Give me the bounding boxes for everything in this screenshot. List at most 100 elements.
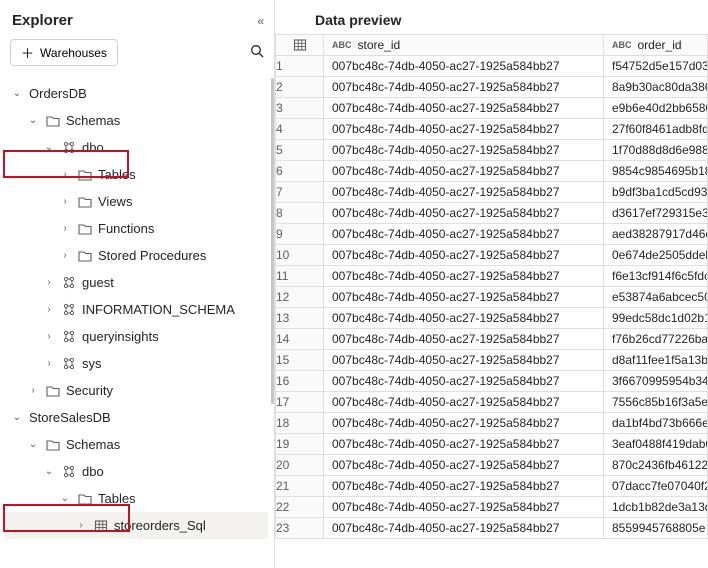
search-icon[interactable]: [250, 44, 264, 61]
cell-store-id[interactable]: 007bc48c-74db-4050-ac27-1925a584bb27: [324, 287, 604, 308]
tree-node-schemas[interactable]: ⌄ Schemas: [4, 107, 268, 134]
tree-node-storeorders-sql[interactable]: › storeorders_Sql: [4, 512, 268, 539]
cell-store-id[interactable]: 007bc48c-74db-4050-ac27-1925a584bb27: [324, 497, 604, 518]
tree-node-sys[interactable]: › sys: [4, 350, 268, 377]
cell-store-id[interactable]: 007bc48c-74db-4050-ac27-1925a584bb27: [324, 182, 604, 203]
explorer-tree[interactable]: ⌄ OrdersDB ⌄ Schemas ⌄ dbo › Tables › Vi…: [0, 76, 274, 568]
tree-node-views[interactable]: › Views: [4, 188, 268, 215]
cell-store-id[interactable]: 007bc48c-74db-4050-ac27-1925a584bb27: [324, 371, 604, 392]
table-row[interactable]: 22007bc48c-74db-4050-ac27-1925a584bb271d…: [276, 497, 708, 518]
cell-store-id[interactable]: 007bc48c-74db-4050-ac27-1925a584bb27: [324, 203, 604, 224]
cell-order-id[interactable]: 99edc58dc1d02b11: [604, 308, 708, 329]
table-row[interactable]: 10007bc48c-74db-4050-ac27-1925a584bb270e…: [276, 245, 708, 266]
cell-store-id[interactable]: 007bc48c-74db-4050-ac27-1925a584bb27: [324, 56, 604, 77]
cell-order-id[interactable]: e9b6e40d2bb65861: [604, 98, 708, 119]
column-header-store-id[interactable]: ABCstore_id: [324, 35, 604, 56]
cell-order-id[interactable]: 27f60f8461adb8fd: [604, 119, 708, 140]
node-label: StoreSalesDB: [29, 410, 111, 425]
cell-order-id[interactable]: aed38287917d46c0: [604, 224, 708, 245]
tree-node-ordersdb[interactable]: ⌄ OrdersDB: [4, 80, 268, 107]
node-label: INFORMATION_SCHEMA: [82, 302, 235, 317]
table-row[interactable]: 2007bc48c-74db-4050-ac27-1925a584bb278a9…: [276, 77, 708, 98]
schema-icon: [61, 276, 77, 290]
table-row[interactable]: 14007bc48c-74db-4050-ac27-1925a584bb27f7…: [276, 329, 708, 350]
cell-store-id[interactable]: 007bc48c-74db-4050-ac27-1925a584bb27: [324, 308, 604, 329]
table-row[interactable]: 13007bc48c-74db-4050-ac27-1925a584bb2799…: [276, 308, 708, 329]
collapse-panel-icon[interactable]: «: [257, 14, 264, 28]
table-row[interactable]: 6007bc48c-74db-4050-ac27-1925a584bb27985…: [276, 161, 708, 182]
table-row[interactable]: 17007bc48c-74db-4050-ac27-1925a584bb2775…: [276, 392, 708, 413]
tree-node-tables[interactable]: › Tables: [4, 161, 268, 188]
column-name: store_id: [358, 38, 401, 52]
cell-store-id[interactable]: 007bc48c-74db-4050-ac27-1925a584bb27: [324, 329, 604, 350]
cell-order-id[interactable]: e53874a6abcec503: [604, 287, 708, 308]
table-row[interactable]: 11007bc48c-74db-4050-ac27-1925a584bb27f6…: [276, 266, 708, 287]
cell-store-id[interactable]: 007bc48c-74db-4050-ac27-1925a584bb27: [324, 350, 604, 371]
scrollbar-indicator[interactable]: [271, 78, 274, 404]
table-row[interactable]: 19007bc48c-74db-4050-ac27-1925a584bb273e…: [276, 434, 708, 455]
cell-order-id[interactable]: b9df3ba1cd5cd93a: [604, 182, 708, 203]
cell-order-id[interactable]: 8559945768805e: [604, 518, 708, 539]
cell-store-id[interactable]: 007bc48c-74db-4050-ac27-1925a584bb27: [324, 224, 604, 245]
cell-store-id[interactable]: 007bc48c-74db-4050-ac27-1925a584bb27: [324, 392, 604, 413]
table-row[interactable]: 9007bc48c-74db-4050-ac27-1925a584bb27aed…: [276, 224, 708, 245]
tree-node-queryinsights[interactable]: › queryinsights: [4, 323, 268, 350]
cell-order-id[interactable]: 870c2436fb461222: [604, 455, 708, 476]
table-row[interactable]: 20007bc48c-74db-4050-ac27-1925a584bb2787…: [276, 455, 708, 476]
cell-store-id[interactable]: 007bc48c-74db-4050-ac27-1925a584bb27: [324, 518, 604, 539]
cell-store-id[interactable]: 007bc48c-74db-4050-ac27-1925a584bb27: [324, 434, 604, 455]
table-row[interactable]: 4007bc48c-74db-4050-ac27-1925a584bb2727f…: [276, 119, 708, 140]
cell-store-id[interactable]: 007bc48c-74db-4050-ac27-1925a584bb27: [324, 161, 604, 182]
cell-order-id[interactable]: 7556c85b16f3a5e8: [604, 392, 708, 413]
table-row[interactable]: 7007bc48c-74db-4050-ac27-1925a584bb27b9d…: [276, 182, 708, 203]
tree-node-guest[interactable]: › guest: [4, 269, 268, 296]
cell-store-id[interactable]: 007bc48c-74db-4050-ac27-1925a584bb27: [324, 77, 604, 98]
cell-order-id[interactable]: 0e674de2505ddeb: [604, 245, 708, 266]
tree-node-storesalesdb[interactable]: ⌄ StoreSalesDB: [4, 404, 268, 431]
cell-store-id[interactable]: 007bc48c-74db-4050-ac27-1925a584bb27: [324, 140, 604, 161]
table-row[interactable]: 5007bc48c-74db-4050-ac27-1925a584bb271f7…: [276, 140, 708, 161]
tree-node-dbo-ss[interactable]: ⌄ dbo: [4, 458, 268, 485]
cell-order-id[interactable]: 07dacc7fe07040f20: [604, 476, 708, 497]
tree-node-functions[interactable]: › Functions: [4, 215, 268, 242]
table-row[interactable]: 23007bc48c-74db-4050-ac27-1925a584bb2785…: [276, 518, 708, 539]
cell-order-id[interactable]: 3eaf0488f419dab6: [604, 434, 708, 455]
cell-store-id[interactable]: 007bc48c-74db-4050-ac27-1925a584bb27: [324, 455, 604, 476]
data-grid[interactable]: ABCstore_id ABCorder_id 1007bc48c-74db-4…: [275, 34, 708, 568]
cell-order-id[interactable]: 1dcb1b82de3a13d2: [604, 497, 708, 518]
tree-node-dbo[interactable]: ⌄ dbo: [4, 134, 268, 161]
table-row[interactable]: 21007bc48c-74db-4050-ac27-1925a584bb2707…: [276, 476, 708, 497]
cell-order-id[interactable]: f76b26cd77226ba5: [604, 329, 708, 350]
cell-store-id[interactable]: 007bc48c-74db-4050-ac27-1925a584bb27: [324, 476, 604, 497]
cell-order-id[interactable]: f6e13cf914f6c5fdc: [604, 266, 708, 287]
cell-order-id[interactable]: da1bf4bd73b666e0: [604, 413, 708, 434]
table-row[interactable]: 16007bc48c-74db-4050-ac27-1925a584bb273f…: [276, 371, 708, 392]
chevron-right-icon: ›: [58, 250, 72, 261]
cell-order-id[interactable]: d3617ef729315e39: [604, 203, 708, 224]
cell-order-id[interactable]: f54752d5e157d03f: [604, 56, 708, 77]
table-row[interactable]: 3007bc48c-74db-4050-ac27-1925a584bb27e9b…: [276, 98, 708, 119]
cell-order-id[interactable]: d8af11fee1f5a13bf: [604, 350, 708, 371]
tree-node-tables-ss[interactable]: ⌄ Tables: [4, 485, 268, 512]
tree-node-stored-procedures[interactable]: › Stored Procedures: [4, 242, 268, 269]
cell-order-id[interactable]: 3f6670995954b34c: [604, 371, 708, 392]
cell-store-id[interactable]: 007bc48c-74db-4050-ac27-1925a584bb27: [324, 98, 604, 119]
cell-store-id[interactable]: 007bc48c-74db-4050-ac27-1925a584bb27: [324, 413, 604, 434]
cell-order-id[interactable]: 1f70d88d8d6e9880: [604, 140, 708, 161]
table-row[interactable]: 18007bc48c-74db-4050-ac27-1925a584bb27da…: [276, 413, 708, 434]
add-warehouse-button[interactable]: ＋ Warehouses: [10, 39, 118, 66]
column-header-order-id[interactable]: ABCorder_id: [604, 35, 708, 56]
cell-store-id[interactable]: 007bc48c-74db-4050-ac27-1925a584bb27: [324, 266, 604, 287]
chevron-right-icon: ›: [26, 385, 40, 396]
table-row[interactable]: 1007bc48c-74db-4050-ac27-1925a584bb27f54…: [276, 56, 708, 77]
cell-store-id[interactable]: 007bc48c-74db-4050-ac27-1925a584bb27: [324, 245, 604, 266]
cell-order-id[interactable]: 9854c9854695b185: [604, 161, 708, 182]
cell-order-id[interactable]: 8a9b30ac80da3860: [604, 77, 708, 98]
tree-node-schemas-ss[interactable]: ⌄ Schemas: [4, 431, 268, 458]
table-row[interactable]: 15007bc48c-74db-4050-ac27-1925a584bb27d8…: [276, 350, 708, 371]
table-row[interactable]: 8007bc48c-74db-4050-ac27-1925a584bb27d36…: [276, 203, 708, 224]
tree-node-information-schema[interactable]: › INFORMATION_SCHEMA: [4, 296, 268, 323]
tree-node-security[interactable]: › Security: [4, 377, 268, 404]
table-row[interactable]: 12007bc48c-74db-4050-ac27-1925a584bb27e5…: [276, 287, 708, 308]
cell-store-id[interactable]: 007bc48c-74db-4050-ac27-1925a584bb27: [324, 119, 604, 140]
